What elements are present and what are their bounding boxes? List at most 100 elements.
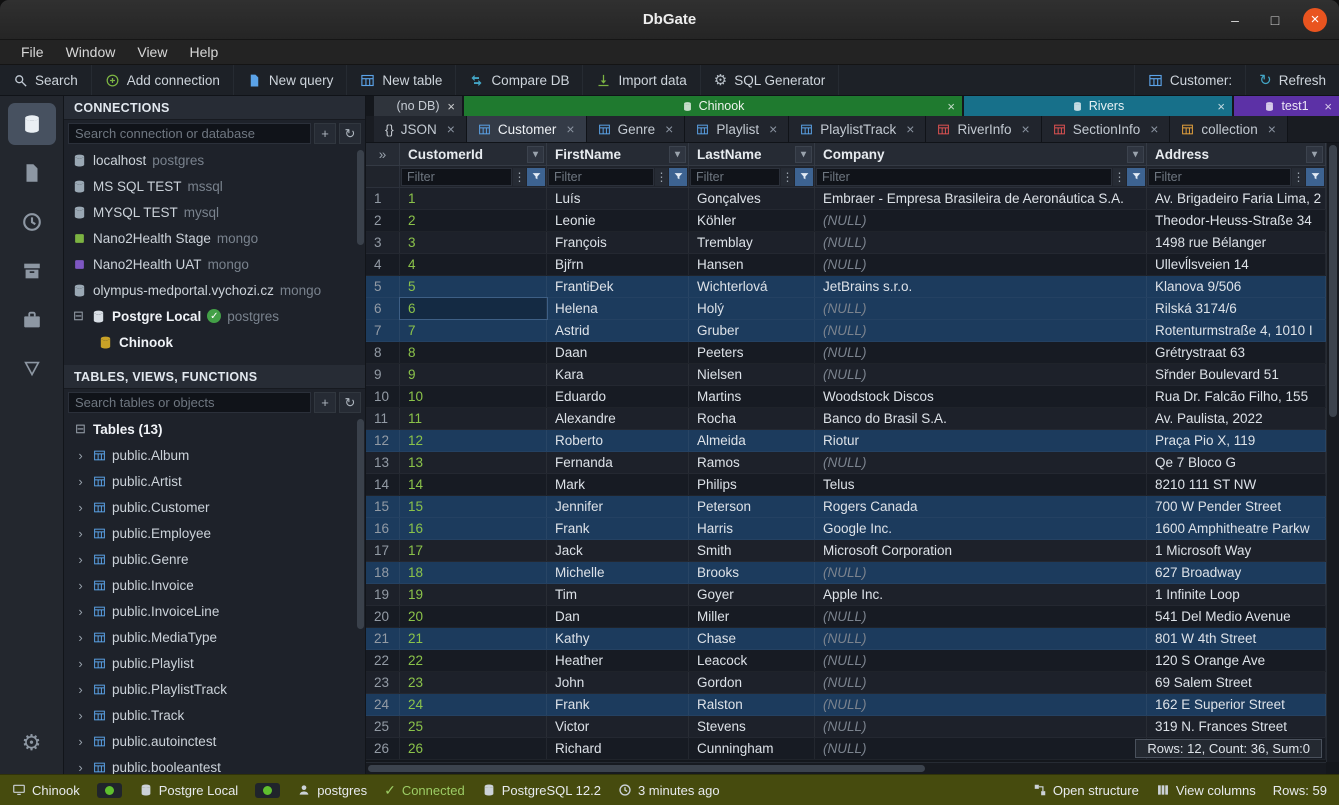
table-item-public-autoinctest[interactable]: ›public.autoinctest [64,728,365,754]
cell-firstname[interactable]: Jennifer [547,496,689,517]
cell-firstname[interactable]: Eduardo [547,386,689,407]
table-row[interactable]: 66HelenaHolý(NULL)Rilská 3174/6 [366,298,1339,320]
table-row[interactable]: 2222HeatherLeacock(NULL)120 S Orange Ave [366,650,1339,672]
row-number-cell[interactable]: 20 [366,606,400,627]
cell-firstname[interactable]: FrantiĐek [547,276,689,297]
cell-lastname[interactable]: Hansen [689,254,815,275]
row-number-cell[interactable]: 9 [366,364,400,385]
cell-firstname[interactable]: Alexandre [547,408,689,429]
row-number-cell[interactable]: 13 [366,452,400,473]
cell-company[interactable]: Google Inc. [815,518,1147,539]
db-group-tab-rivers[interactable]: Rivers× [964,96,1232,116]
cell-customerid[interactable]: 19 [400,584,547,605]
cell-customerid[interactable]: 22 [400,650,547,671]
table-row[interactable]: 11LuísGonçalvesEmbraer - Empresa Brasile… [366,188,1339,210]
new-query-button[interactable]: New query [234,65,348,95]
row-number-cell[interactable]: 4 [366,254,400,275]
cell-lastname[interactable]: Gonçalves [689,188,815,209]
cell-company[interactable]: Rogers Canada [815,496,1147,517]
cell-company[interactable]: (NULL) [815,320,1147,341]
close-icon[interactable]: × [1268,121,1276,137]
close-icon[interactable]: × [665,121,673,137]
compare-db-button[interactable]: Compare DB [456,65,583,95]
row-number-cell[interactable]: 10 [366,386,400,407]
table-item-public-employee[interactable]: ›public.Employee [64,520,365,546]
connection-nano2health-stage[interactable]: Nano2Health Stagemongo [64,225,365,251]
menu-help[interactable]: Help [178,42,229,62]
cell-firstname[interactable]: John [547,672,689,693]
cell-company[interactable]: (NULL) [815,298,1147,319]
maximize-button[interactable]: □ [1263,8,1287,32]
cell-firstname[interactable]: Michelle [547,562,689,583]
row-number-cell[interactable]: 15 [366,496,400,517]
cell-address[interactable]: 319 N. Frances Street [1147,716,1326,737]
tab-genre[interactable]: Genre× [587,116,686,142]
cell-firstname[interactable]: Bjřrn [547,254,689,275]
cell-address[interactable]: 120 S Orange Ave [1147,650,1326,671]
filter-funnel-icon[interactable] [1306,168,1324,186]
cell-address[interactable]: Klanova 9/506 [1147,276,1326,297]
table-row[interactable]: 1919TimGoyerApple Inc.1 Infinite Loop [366,584,1339,606]
table-row[interactable]: 33FrançoisTremblay(NULL)1498 rue Bélange… [366,232,1339,254]
sql-generator-button[interactable]: ⚙SQL Generator [701,65,840,95]
table-row[interactable]: 1717JackSmithMicrosoft Corporation1 Micr… [366,540,1339,562]
close-icon[interactable]: × [769,121,777,137]
cell-address[interactable]: 1600 Amphitheatre Parkw [1147,518,1326,539]
close-icon[interactable]: × [447,121,455,137]
table-item-public-booleantest[interactable]: ›public.booleantest [64,754,365,774]
connection-nano2health-uat[interactable]: Nano2Health UATmongo [64,251,365,277]
column-dropdown-icon[interactable]: ▾ [1306,146,1323,163]
table-row[interactable]: 1313FernandaRamos(NULL)Qe 7 Bloco G [366,452,1339,474]
cell-company[interactable]: Microsoft Corporation [815,540,1147,561]
cell-firstname[interactable]: Heather [547,650,689,671]
row-number-cell[interactable]: 22 [366,650,400,671]
cell-customerid[interactable]: 4 [400,254,547,275]
close-icon[interactable]: × [947,100,955,113]
cell-company[interactable]: (NULL) [815,628,1147,649]
cell-customerid[interactable]: 12 [400,430,547,451]
close-icon[interactable]: × [1324,100,1332,113]
cell-address[interactable]: Theodor-Heuss-Straße 34 [1147,210,1326,231]
tab-json[interactable]: {}JSON× [374,116,467,142]
cell-customerid[interactable]: 2 [400,210,547,231]
cell-customerid[interactable]: 15 [400,496,547,517]
cell-firstname[interactable]: Jack [547,540,689,561]
cell-address[interactable]: 627 Broadway [1147,562,1326,583]
table-row[interactable]: 1212RobertoAlmeidaRioturPraça Pio X, 119 [366,430,1339,452]
cell-lastname[interactable]: Peeters [689,342,815,363]
table-item-public-mediatype[interactable]: ›public.MediaType [64,624,365,650]
cell-address[interactable]: Av. Brigadeiro Faria Lima, 2 [1147,188,1326,209]
cell-lastname[interactable]: Holý [689,298,815,319]
filter-funnel-icon[interactable] [795,168,813,186]
cell-customerid[interactable]: 11 [400,408,547,429]
cell-customerid[interactable]: 3 [400,232,547,253]
filter-input-address[interactable] [1148,168,1291,186]
filter-menu-icon[interactable]: ⋮ [1292,168,1305,186]
db-group-tab-test1[interactable]: test1× [1234,96,1339,116]
cell-company[interactable]: Woodstock Discos [815,386,1147,407]
cell-company[interactable]: (NULL) [815,342,1147,363]
cell-company[interactable]: (NULL) [815,716,1147,737]
cell-firstname[interactable]: François [547,232,689,253]
cell-firstname[interactable]: Dan [547,606,689,627]
cell-firstname[interactable]: Fernanda [547,452,689,473]
filter-menu-icon[interactable]: ⋮ [781,168,794,186]
cell-customerid[interactable]: 7 [400,320,547,341]
expand-icon[interactable]: › [74,708,87,723]
horizontal-scrollbar[interactable] [366,762,1326,774]
filter-menu-icon[interactable]: ⋮ [513,168,526,186]
tables-scrollbar-thumb[interactable] [357,419,364,629]
new-table-button[interactable]: New table [347,65,456,95]
tables-group[interactable]: ⊟Tables (13) [64,416,365,442]
filter-menu-icon[interactable]: ⋮ [655,168,668,186]
row-number-cell[interactable]: 25 [366,716,400,737]
cell-firstname[interactable]: Richard [547,738,689,759]
cell-lastname[interactable]: Rocha [689,408,815,429]
connection-localhost[interactable]: localhostpostgres [64,147,365,173]
import-data-button[interactable]: Import data [583,65,700,95]
cell-company[interactable]: (NULL) [815,672,1147,693]
table-row[interactable]: 88DaanPeeters(NULL)Grétrystraat 63 [366,342,1339,364]
table-row[interactable]: 2525VictorStevens(NULL)319 N. Frances St… [366,716,1339,738]
row-number-cell[interactable]: 6 [366,298,400,319]
close-button[interactable]: × [1303,8,1327,32]
